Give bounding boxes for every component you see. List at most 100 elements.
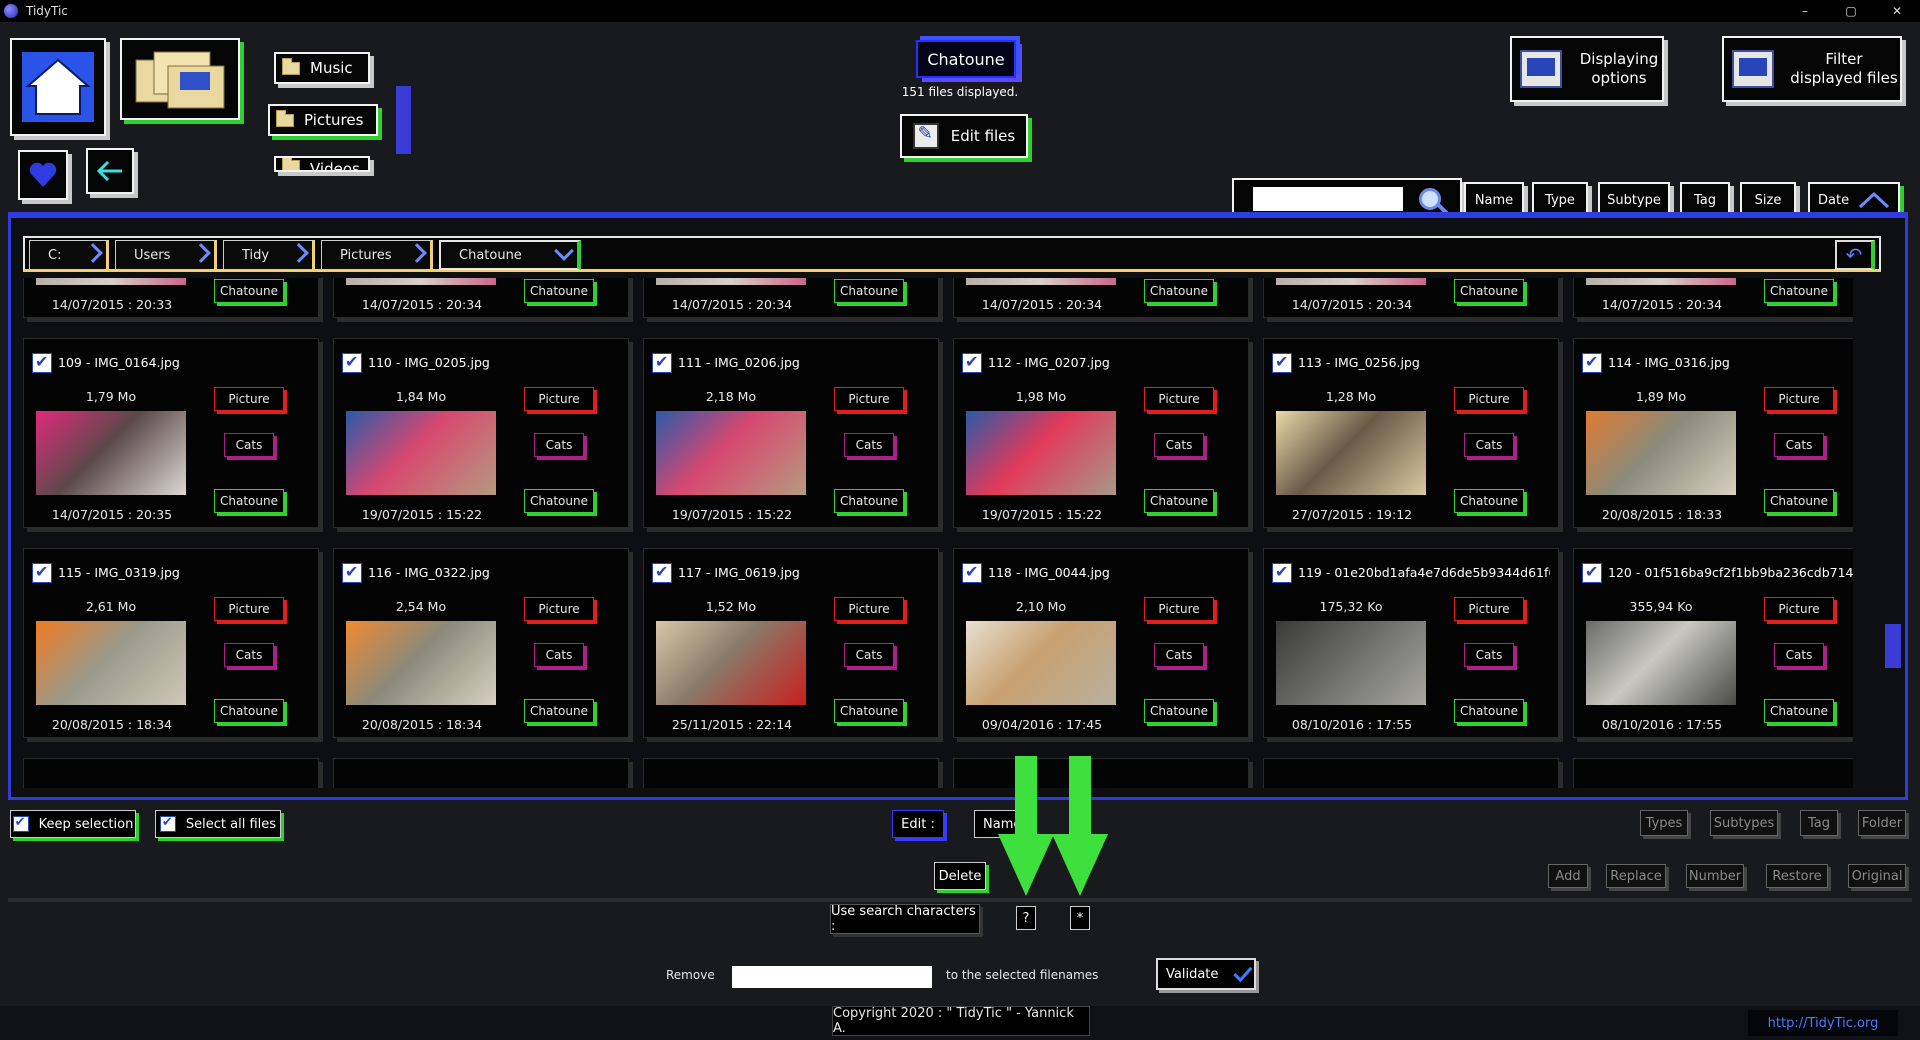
folder-tag-button[interactable]: Chatoune: [834, 699, 904, 723]
folder-tag-button[interactable]: Chatoune: [524, 279, 594, 303]
file-card[interactable]: 109 - IMG_0164.jpg 1,79 Mo 14/07/2015 : 20…: [23, 338, 319, 528]
folder-tag-button[interactable]: Chatoune: [1454, 279, 1524, 303]
select-checkbox[interactable]: [652, 352, 672, 373]
folder-tag-button[interactable]: Chatoune: [214, 489, 284, 513]
thumbnail-image[interactable]: [1586, 621, 1736, 705]
type-tag-button[interactable]: Picture: [834, 387, 904, 411]
filter-files-button[interactable]: Filter displayed files: [1722, 36, 1902, 102]
quick-access-scrollbar[interactable]: [396, 86, 411, 154]
type-tag-button[interactable]: Picture: [524, 387, 594, 411]
folder-tag-button[interactable]: Chatoune: [1144, 699, 1214, 723]
thumbnail-image[interactable]: [36, 621, 186, 705]
file-card[interactable]: 14/07/2015 : 20:34 Chatoune: [643, 278, 939, 318]
subtype-tag-button[interactable]: Cats: [224, 433, 274, 457]
folder-tag-button[interactable]: Chatoune: [214, 279, 284, 303]
subtype-tag-button[interactable]: Cats: [1154, 433, 1204, 457]
close-button[interactable]: ✕: [1874, 0, 1920, 22]
file-card[interactable]: 117 - IMG_0619.jpg 1,52 Mo 25/11/2015 : 22…: [643, 548, 939, 738]
file-card[interactable]: 14/07/2015 : 20:34 Chatoune: [953, 278, 1249, 318]
add-button[interactable]: Add: [1548, 864, 1588, 888]
website-link[interactable]: http://TidyTic.org: [1748, 1010, 1898, 1036]
restore-button[interactable]: ▢: [1828, 0, 1874, 22]
quick-access-music[interactable]: Music: [274, 52, 370, 84]
file-card[interactable]: [643, 758, 939, 788]
subtype-tag-button[interactable]: Cats: [844, 433, 894, 457]
folder-tag-button[interactable]: Chatoune: [1454, 489, 1524, 513]
select-checkbox[interactable]: [962, 562, 982, 583]
favorites-button[interactable]: [18, 150, 68, 200]
quick-access-pictures[interactable]: Pictures: [268, 104, 378, 136]
path-crumb-pictures[interactable]: Pictures: [321, 240, 433, 270]
select-checkbox[interactable]: [1582, 562, 1602, 583]
path-crumb-current[interactable]: Chatoune: [439, 240, 581, 270]
file-card[interactable]: 14/07/2015 : 20:34 Chatoune: [333, 278, 629, 318]
search-icon[interactable]: [1419, 188, 1441, 210]
select-checkbox[interactable]: [32, 562, 52, 583]
thumbnail-image[interactable]: [966, 411, 1116, 495]
type-tag-button[interactable]: Picture: [1764, 387, 1834, 411]
thumbnail-image[interactable]: [36, 411, 186, 495]
thumbnail-image[interactable]: [1276, 411, 1426, 495]
select-checkbox[interactable]: [342, 562, 362, 583]
folder-tag-button[interactable]: Chatoune: [1764, 279, 1834, 303]
subtype-tag-button[interactable]: Cats: [1774, 433, 1824, 457]
subtype-tag-button[interactable]: Cats: [534, 433, 584, 457]
search-char-question-button[interactable]: ?: [1016, 906, 1036, 930]
file-card[interactable]: [333, 758, 629, 788]
edit-subtypes-tab[interactable]: Subtypes: [1710, 810, 1778, 836]
type-tag-button[interactable]: Picture: [1764, 597, 1834, 621]
folders-button[interactable]: [120, 38, 240, 120]
minimize-button[interactable]: –: [1782, 0, 1828, 22]
refresh-button[interactable]: ↶: [1835, 240, 1875, 270]
search-char-star-button[interactable]: *: [1070, 906, 1090, 930]
type-tag-button[interactable]: Picture: [214, 387, 284, 411]
file-card[interactable]: 119 - 01e20bd1afa4e7d6de5b9344d61f6f 175,…: [1263, 548, 1559, 738]
type-tag-button[interactable]: Picture: [524, 597, 594, 621]
file-card[interactable]: 120 - 01f516ba9cf2f1bb9ba236cdb71411(355…: [1573, 548, 1853, 738]
thumbnail-image[interactable]: [1276, 621, 1426, 705]
thumbnail-image[interactable]: [346, 621, 496, 705]
folder-tag-button[interactable]: Chatoune: [834, 279, 904, 303]
subtype-tag-button[interactable]: Cats: [1774, 643, 1824, 667]
file-card[interactable]: 110 - IMG_0205.jpg 1,84 Mo 19/07/2015 : 15…: [333, 338, 629, 528]
folder-tag-button[interactable]: Chatoune: [834, 489, 904, 513]
edit-folder-tab[interactable]: Folder: [1858, 810, 1906, 836]
file-card[interactable]: [1263, 758, 1559, 788]
thumbnail-image[interactable]: [1586, 411, 1736, 495]
thumbnail-image[interactable]: [346, 411, 496, 495]
folder-tag-button[interactable]: Chatoune: [1764, 699, 1834, 723]
thumbnail-image[interactable]: [966, 621, 1116, 705]
type-tag-button[interactable]: Picture: [1144, 387, 1214, 411]
edit-types-tab[interactable]: Types: [1640, 810, 1688, 836]
edit-tag-tab[interactable]: Tag: [1800, 810, 1838, 836]
select-all-files-button[interactable]: Select all files: [155, 810, 281, 838]
folder-tag-button[interactable]: Chatoune: [1144, 489, 1214, 513]
edit-files-button[interactable]: Edit files: [900, 114, 1028, 158]
subtype-tag-button[interactable]: Cats: [1464, 433, 1514, 457]
folder-tag-button[interactable]: Chatoune: [1454, 699, 1524, 723]
type-tag-button[interactable]: Picture: [1454, 387, 1524, 411]
type-tag-button[interactable]: Picture: [1454, 597, 1524, 621]
type-tag-button[interactable]: Picture: [214, 597, 284, 621]
file-card[interactable]: 14/07/2015 : 20:33 Chatoune: [23, 278, 319, 318]
file-card[interactable]: 116 - IMG_0322.jpg 2,54 Mo 20/08/2015 : 18…: [333, 548, 629, 738]
file-card[interactable]: [1573, 758, 1853, 788]
subtype-tag-button[interactable]: Cats: [1154, 643, 1204, 667]
file-grid-scrollbar[interactable]: [1885, 624, 1901, 668]
thumbnail-image[interactable]: [656, 411, 806, 495]
quick-access-videos[interactable]: Videos: [274, 156, 370, 172]
file-card[interactable]: 115 - IMG_0319.jpg 2,61 Mo 20/08/2015 : 18…: [23, 548, 319, 738]
validate-button[interactable]: Validate: [1156, 958, 1256, 990]
select-checkbox[interactable]: [1272, 562, 1292, 583]
subtype-tag-button[interactable]: Cats: [1464, 643, 1514, 667]
select-checkbox[interactable]: [342, 352, 362, 373]
restore-button[interactable]: Restore: [1766, 864, 1828, 888]
select-checkbox[interactable]: [1582, 352, 1602, 373]
displaying-options-button[interactable]: Displaying options: [1510, 36, 1664, 102]
thumbnail-image[interactable]: [656, 621, 806, 705]
select-checkbox[interactable]: [32, 352, 52, 373]
folder-tag-button[interactable]: Chatoune: [524, 489, 594, 513]
select-checkbox[interactable]: [962, 352, 982, 373]
file-card[interactable]: 14/07/2015 : 20:34 Chatoune: [1263, 278, 1559, 318]
folder-tag-button[interactable]: Chatoune: [524, 699, 594, 723]
